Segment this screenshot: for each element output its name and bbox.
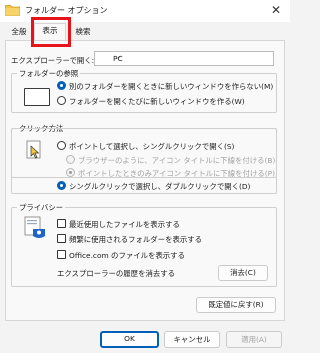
browse-folders-group: フォルダーの参照 <box>11 68 277 113</box>
show-frequent-folders-label[interactable]: 頻繁に使用されるフォルダーを表示する <box>69 234 202 245</box>
privacy-icon <box>24 216 45 238</box>
tab-search[interactable]: 検索 <box>68 25 98 40</box>
window-icon <box>24 88 50 106</box>
privacy-title: プライバシー <box>17 202 66 213</box>
show-frequent-folders-checkbox[interactable] <box>57 234 66 243</box>
browse-new-window-label[interactable]: フォルダーを開くたびに新しいウィンドウを作る(W) <box>69 96 245 107</box>
clear-history-label: エクスプローラーの履歴を消去する <box>57 269 176 278</box>
folder-icon <box>5 5 20 16</box>
browse-new-window-radio[interactable] <box>57 96 66 105</box>
close-button[interactable]: ✕ <box>268 3 284 17</box>
highlight-annotation <box>31 17 71 47</box>
click-method-frame <box>11 128 277 194</box>
browse-same-window-label[interactable]: 別のフォルダーを開くときに新しいウィンドウを作らない(M) <box>69 81 273 92</box>
browse-same-window-radio[interactable] <box>57 81 66 90</box>
open-in-select[interactable]: PC ⌵ <box>94 51 274 66</box>
show-office-files-checkbox[interactable] <box>57 250 66 259</box>
chevron-down-icon: ⌵ <box>114 52 122 62</box>
show-recent-files-checkbox[interactable] <box>57 219 66 228</box>
tab-general[interactable]: 全般 <box>6 25 32 40</box>
ok-button[interactable]: OK <box>100 331 159 348</box>
show-office-files-label[interactable]: Office.com のファイルを表示する <box>69 250 185 261</box>
restore-defaults-button[interactable]: 既定値に戻す(R) <box>196 297 276 313</box>
cancel-button[interactable]: キャンセル <box>164 331 220 348</box>
clear-history-button[interactable]: 消去(C) <box>218 265 268 281</box>
browse-folders-title: フォルダーの参照 <box>17 68 81 79</box>
window-title: フォルダー オプション <box>25 6 108 15</box>
apply-button[interactable]: 適用(A) <box>226 331 282 348</box>
open-in-label: エクスプローラーで開く: <box>11 56 95 65</box>
show-recent-files-label[interactable]: 最近使用したファイルを表示する <box>69 219 180 230</box>
